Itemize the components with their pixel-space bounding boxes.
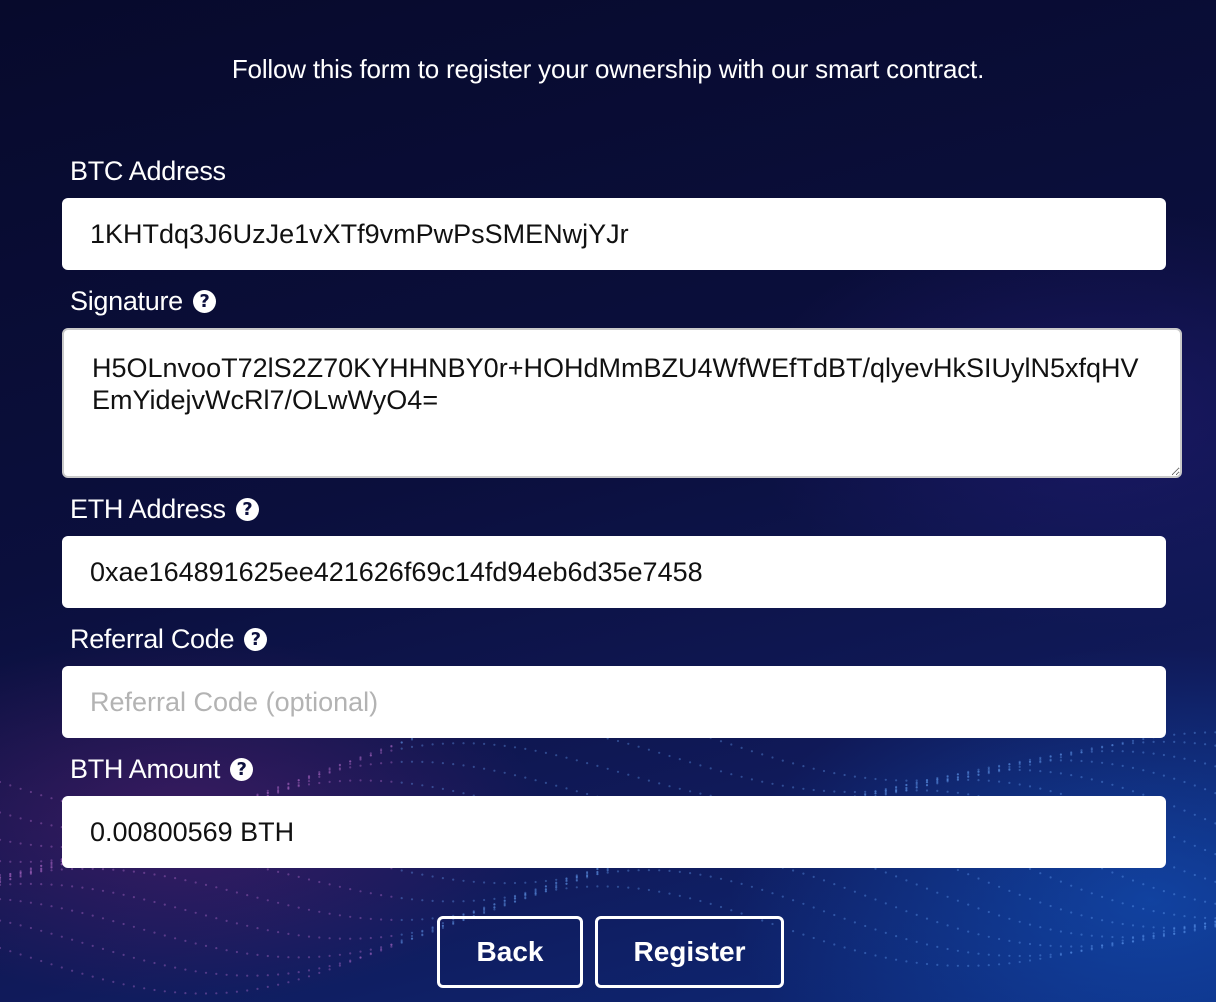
signature-label-row: Signature ? [70,286,216,317]
eth-address-input[interactable] [62,536,1166,608]
bth-amount-label: BTH Amount [70,754,221,784]
question-circle-icon[interactable]: ? [192,290,216,313]
referral-code-label-row: Referral Code ? [70,624,268,655]
signature-label: Signature [70,286,183,316]
eth-address-label: ETH Address [70,494,226,524]
question-circle-icon[interactable]: ? [230,758,254,781]
btc-address-label: BTC Address [70,156,226,186]
bth-amount-label-row: BTH Amount ? [70,754,254,785]
question-circle-icon[interactable]: ? [235,498,259,521]
bth-amount-input[interactable] [62,796,1166,868]
referral-code-label: Referral Code [70,624,235,654]
register-button[interactable]: Register [595,916,784,988]
back-button[interactable]: Back [437,916,583,988]
btc-address-label-row: BTC Address [70,156,226,187]
intro-text: Follow this form to register your owners… [231,54,985,84]
signature-textarea[interactable]: H5OLnvooT72lS2Z70KYHHNBY0r+HOHdMmBZU4WfW… [62,328,1182,478]
question-circle-icon[interactable]: ? [244,628,268,651]
btc-address-input[interactable] [62,198,1166,270]
eth-address-label-row: ETH Address ? [70,494,259,525]
referral-code-input[interactable] [62,666,1166,738]
